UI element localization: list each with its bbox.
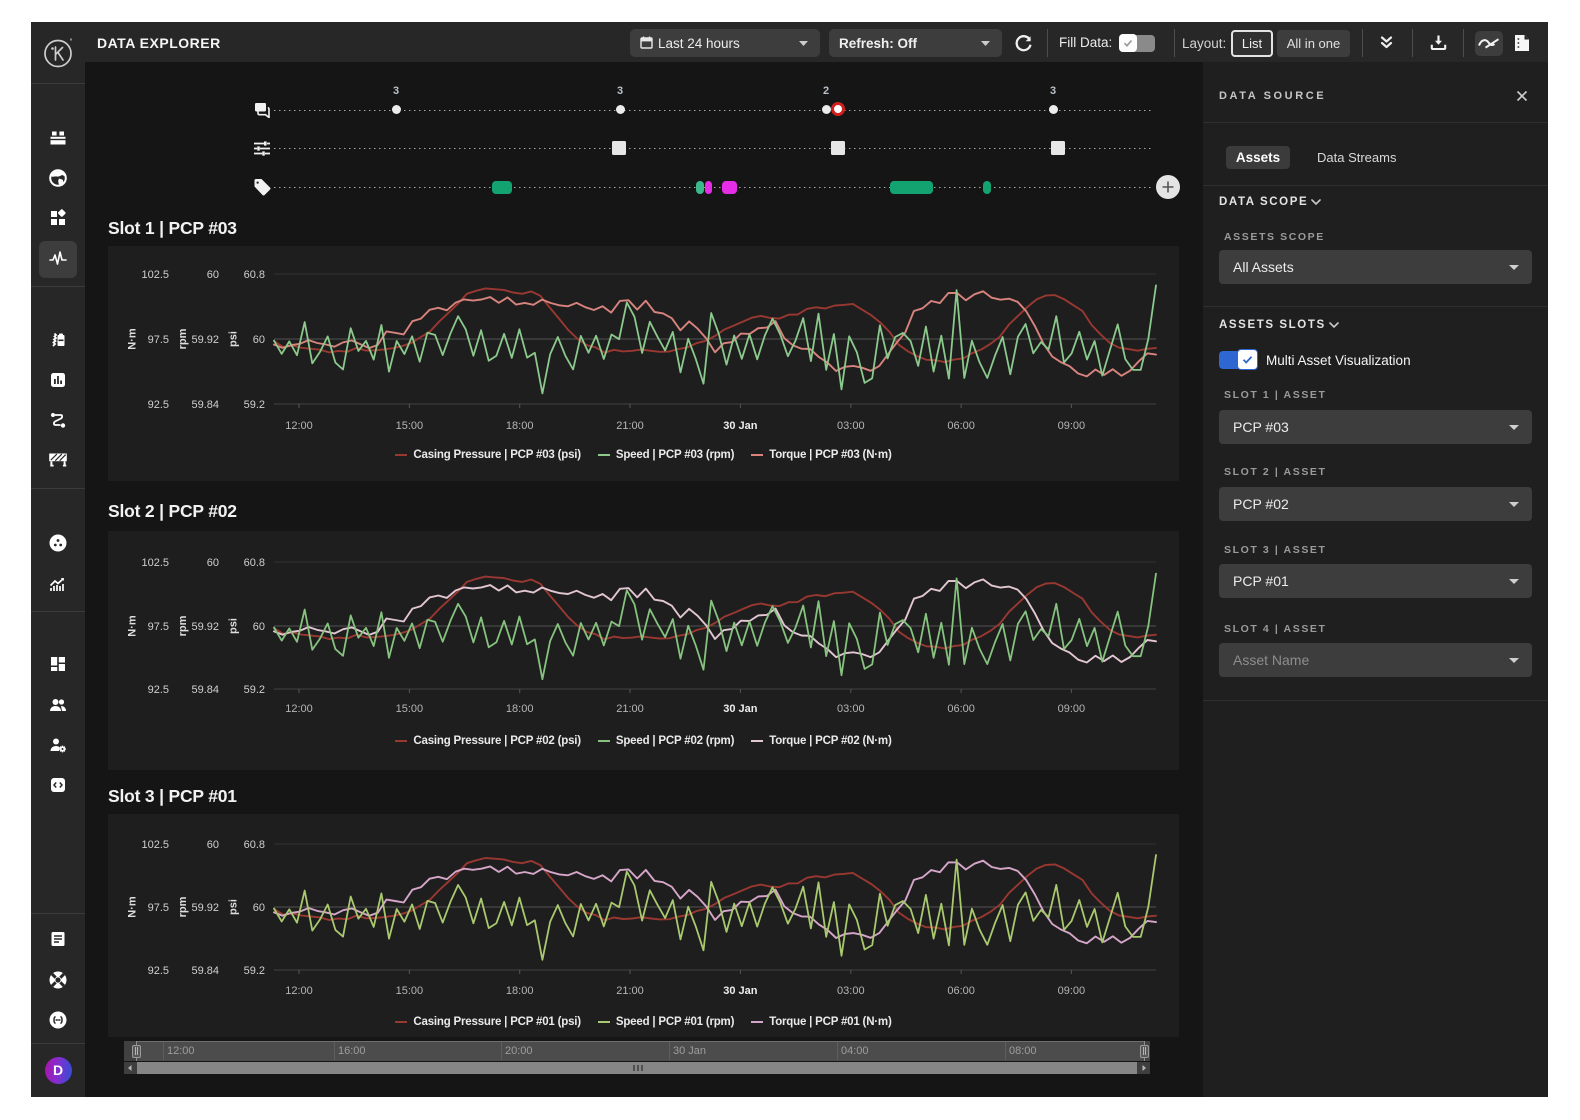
- svg-text:60: 60: [207, 269, 219, 281]
- svg-text:18:00: 18:00: [506, 703, 534, 715]
- svg-text:15:00: 15:00: [396, 420, 424, 432]
- svg-text:18:00: 18:00: [506, 420, 534, 432]
- svg-text:92.5: 92.5: [148, 399, 169, 411]
- svg-text:59.2: 59.2: [244, 684, 265, 696]
- svg-text:09:00: 09:00: [1058, 703, 1086, 715]
- svg-text:rpm: rpm: [177, 896, 189, 917]
- svg-text:60.8: 60.8: [244, 839, 265, 851]
- svg-text:92.5: 92.5: [148, 965, 169, 977]
- svg-text:N·m: N·m: [127, 615, 139, 637]
- svg-text:59.84: 59.84: [191, 965, 219, 977]
- svg-text:59.2: 59.2: [244, 965, 265, 977]
- svg-text:59.84: 59.84: [191, 684, 219, 696]
- svg-text:92.5: 92.5: [148, 684, 169, 696]
- svg-text:psi: psi: [228, 899, 240, 915]
- svg-text:21:00: 21:00: [616, 420, 644, 432]
- svg-text:03:00: 03:00: [837, 985, 865, 997]
- svg-text:psi: psi: [228, 618, 240, 634]
- svg-text:97.5: 97.5: [148, 621, 169, 633]
- svg-text:06:00: 06:00: [947, 703, 975, 715]
- svg-text:12:00: 12:00: [285, 985, 313, 997]
- svg-text:18:00: 18:00: [506, 985, 534, 997]
- svg-text:59.92: 59.92: [191, 334, 219, 346]
- svg-text:60: 60: [253, 621, 265, 633]
- svg-text:N·m: N·m: [127, 896, 139, 918]
- svg-text:12:00: 12:00: [285, 703, 313, 715]
- svg-text:102.5: 102.5: [141, 269, 169, 281]
- svg-text:15:00: 15:00: [396, 985, 424, 997]
- svg-text:60: 60: [253, 902, 265, 914]
- svg-text:rpm: rpm: [177, 328, 189, 349]
- svg-text:60: 60: [253, 334, 265, 346]
- svg-text:59.92: 59.92: [191, 902, 219, 914]
- svg-text:60: 60: [207, 557, 219, 569]
- svg-text:97.5: 97.5: [148, 902, 169, 914]
- svg-text:psi: psi: [228, 331, 240, 347]
- svg-text:03:00: 03:00: [837, 420, 865, 432]
- svg-text:09:00: 09:00: [1058, 420, 1086, 432]
- svg-text:60: 60: [207, 839, 219, 851]
- svg-text:N·m: N·m: [127, 328, 139, 350]
- svg-text:06:00: 06:00: [947, 420, 975, 432]
- svg-text:30 Jan: 30 Jan: [723, 420, 758, 432]
- svg-text:59.84: 59.84: [191, 399, 219, 411]
- svg-text:97.5: 97.5: [148, 334, 169, 346]
- svg-text:102.5: 102.5: [141, 557, 169, 569]
- svg-text:03:00: 03:00: [837, 703, 865, 715]
- svg-text:21:00: 21:00: [616, 703, 644, 715]
- svg-text:15:00: 15:00: [396, 703, 424, 715]
- svg-text:09:00: 09:00: [1058, 985, 1086, 997]
- svg-text:102.5: 102.5: [141, 839, 169, 851]
- svg-text:12:00: 12:00: [285, 420, 313, 432]
- svg-text:59.92: 59.92: [191, 621, 219, 633]
- svg-text:06:00: 06:00: [947, 985, 975, 997]
- svg-text:59.2: 59.2: [244, 399, 265, 411]
- svg-text:rpm: rpm: [177, 615, 189, 636]
- svg-text:60.8: 60.8: [244, 557, 265, 569]
- svg-text:60.8: 60.8: [244, 269, 265, 281]
- svg-text:21:00: 21:00: [616, 985, 644, 997]
- svg-text:30 Jan: 30 Jan: [723, 985, 758, 997]
- svg-text:30 Jan: 30 Jan: [723, 703, 758, 715]
